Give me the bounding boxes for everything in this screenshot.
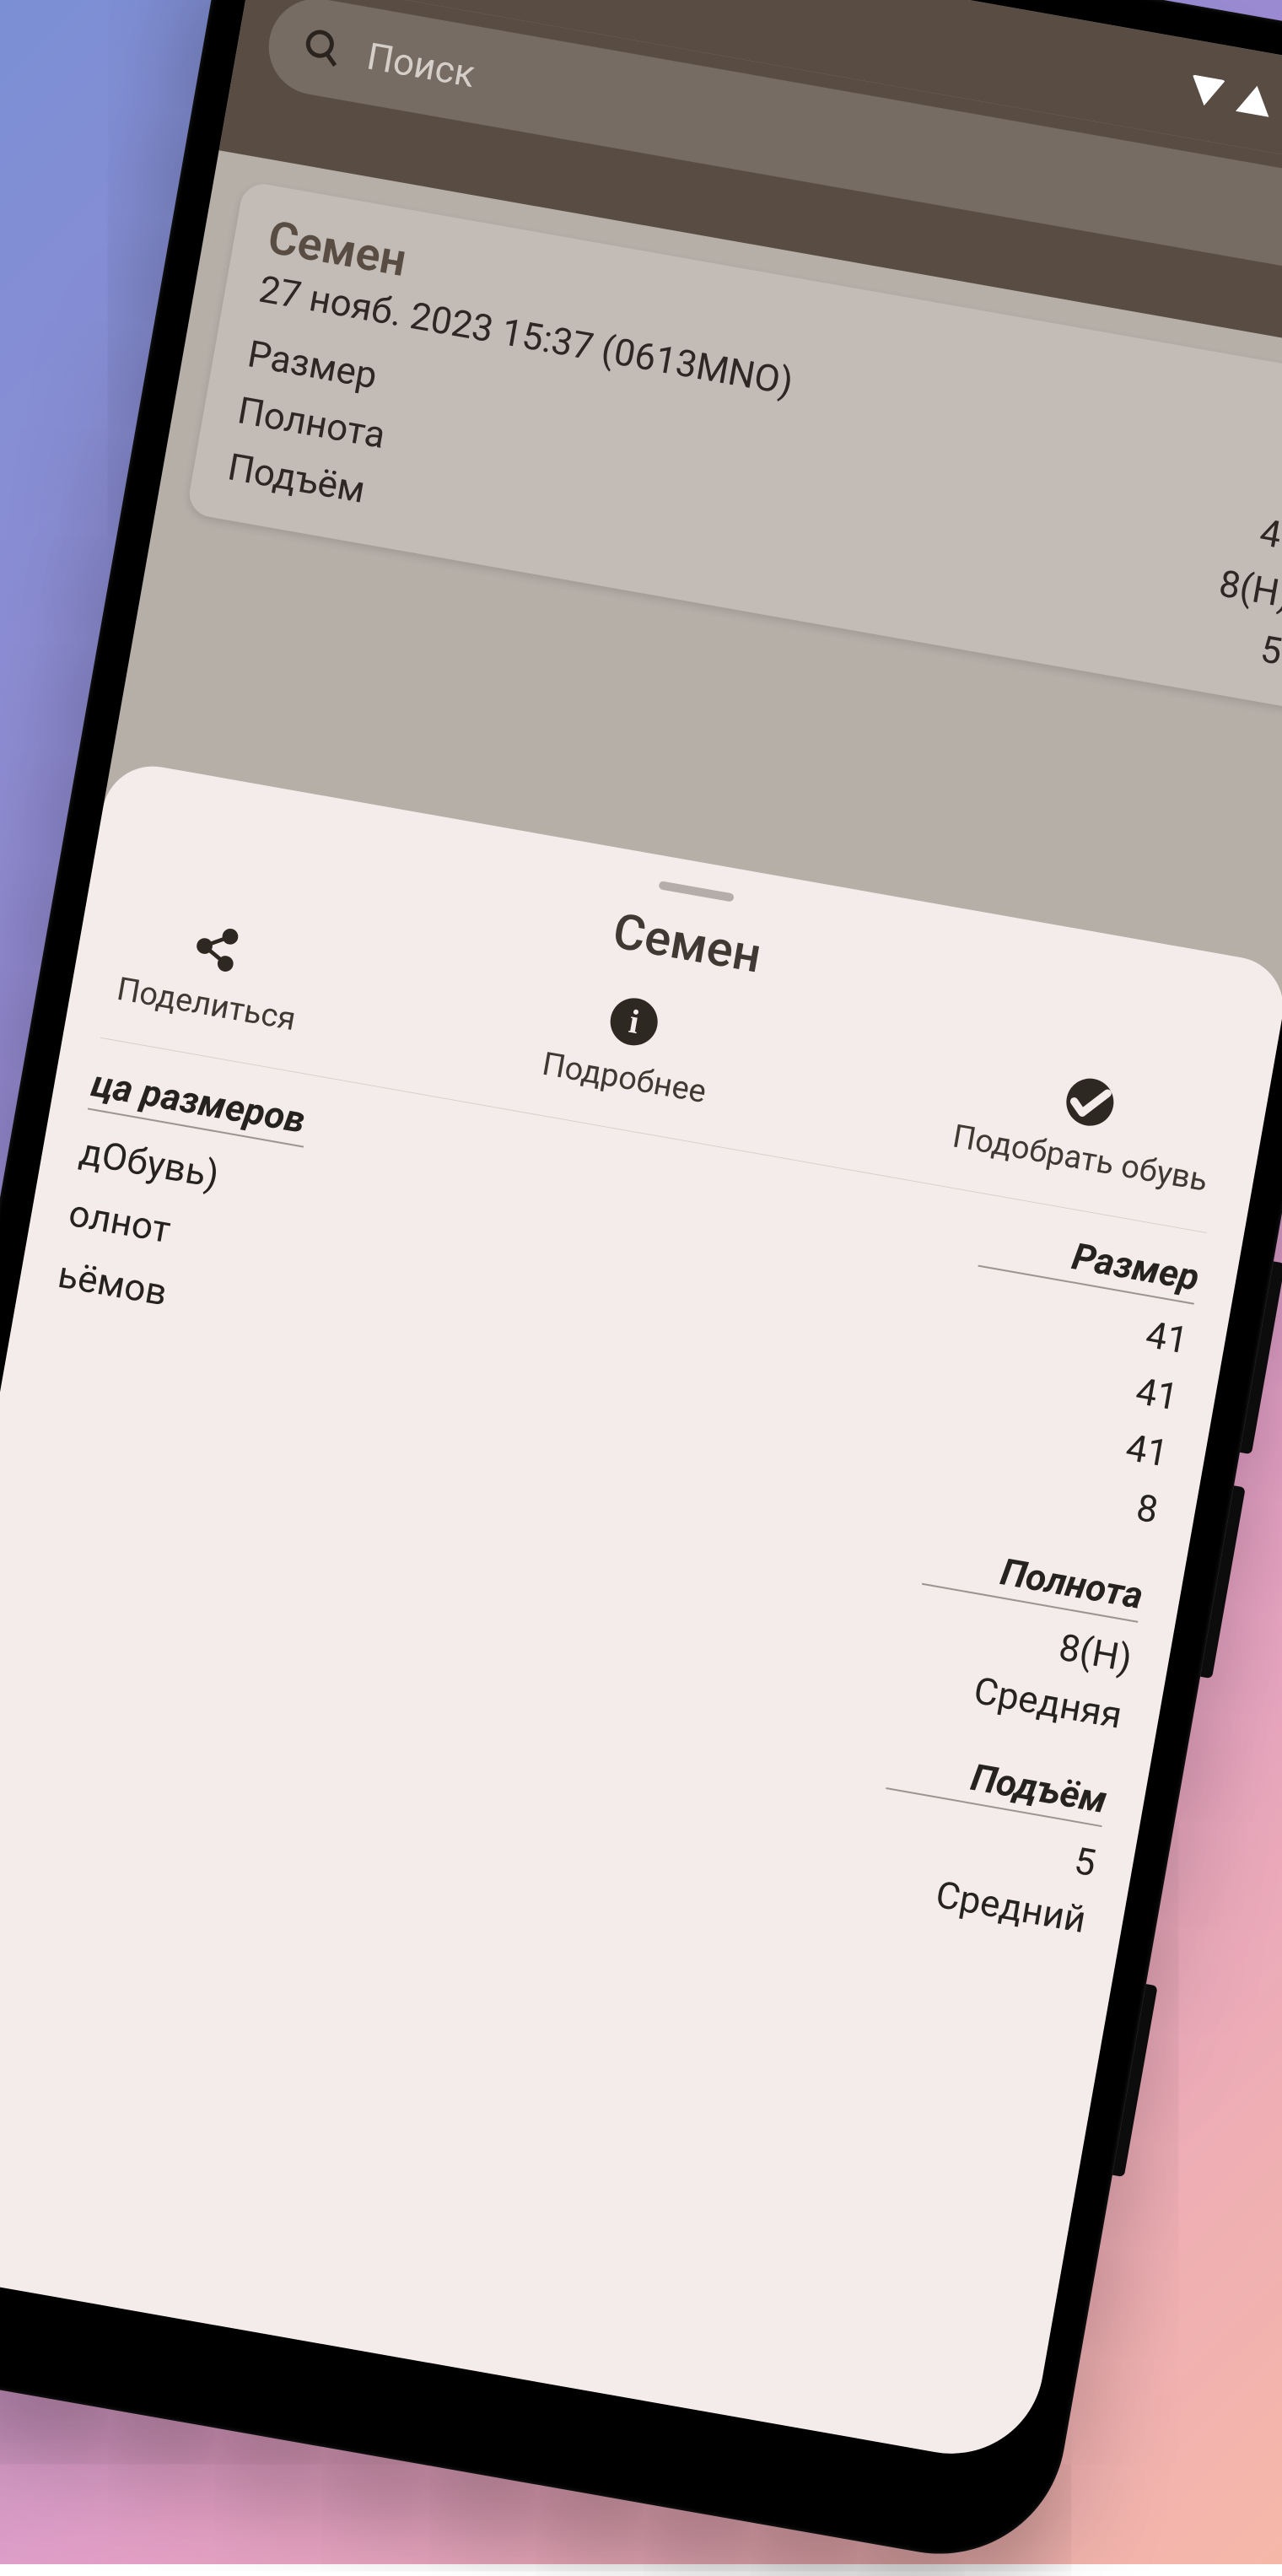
screen: 18:43 74 % Поиск Семен 27 н bbox=[0, 0, 1282, 2468]
share-label: Поделиться bbox=[114, 971, 298, 1039]
share-button[interactable]: Поделиться bbox=[114, 909, 309, 1038]
cellular-icon bbox=[1236, 83, 1274, 116]
info-icon: i bbox=[606, 994, 661, 1049]
drag-handle[interactable] bbox=[658, 881, 734, 902]
share-icon bbox=[189, 920, 244, 975]
wifi-icon bbox=[1188, 74, 1225, 108]
card-size-value: 41 bbox=[1255, 504, 1282, 568]
details-button[interactable]: i Подробнее bbox=[540, 984, 720, 1111]
fit-button[interactable]: Подобрать обувь bbox=[950, 1056, 1221, 1199]
search-placeholder: Поиск bbox=[364, 34, 478, 96]
bottom-sheet[interactable]: Семен Поделиться i Подробнее Подо bbox=[0, 758, 1282, 2468]
check-icon bbox=[1063, 1075, 1118, 1129]
fit-label: Подобрать обувь bbox=[950, 1118, 1210, 1199]
card-instep-value: 5 bbox=[1256, 621, 1282, 681]
details-label: Подробнее bbox=[540, 1046, 709, 1111]
phone-frame: 18:43 74 % Поиск Семен 27 н bbox=[0, 0, 1282, 2573]
search-icon bbox=[299, 24, 347, 72]
